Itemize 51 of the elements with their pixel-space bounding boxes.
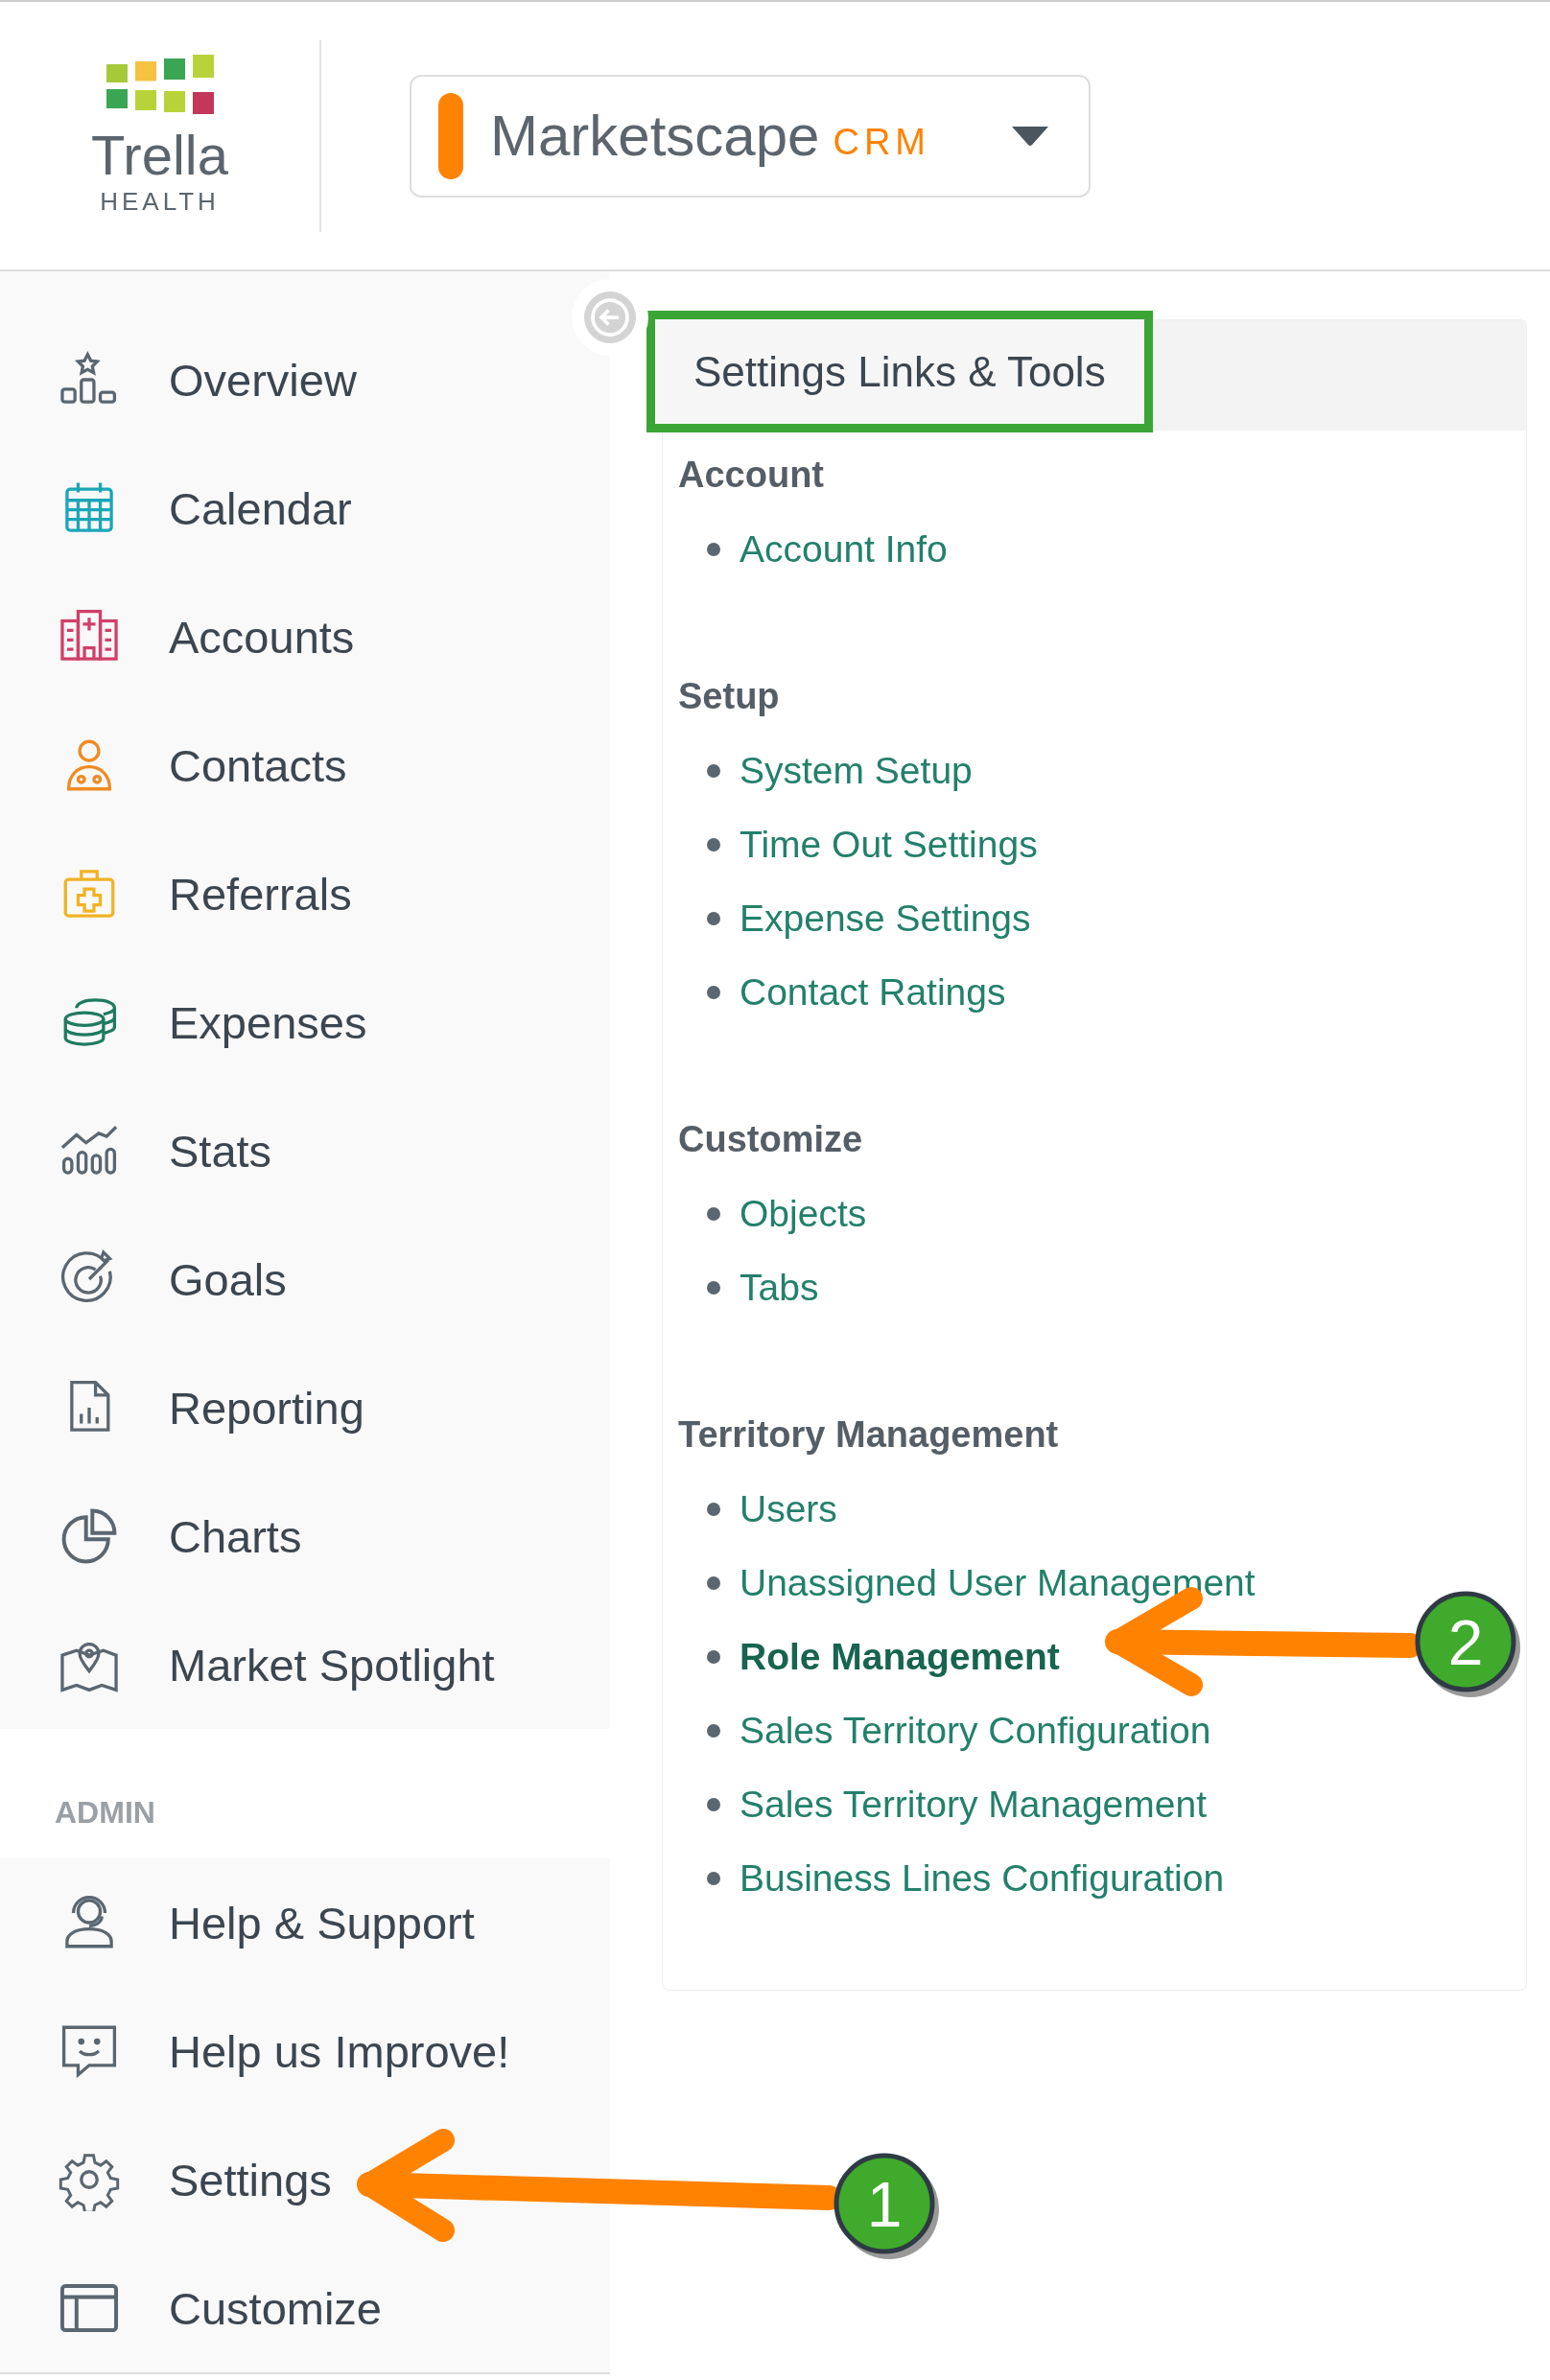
sidebar-item[interactable]: Overview (0, 315, 610, 444)
sidebar-item[interactable]: Stats (0, 1086, 610, 1215)
logo-tagline: HEALTH (100, 187, 220, 217)
settings-link[interactable]: Account Info (740, 527, 948, 571)
bullet-icon (707, 985, 720, 999)
sidebar-item[interactable]: Help & Support (0, 1858, 610, 1987)
settings-link[interactable]: System Setup (740, 749, 973, 792)
settings-link[interactable]: Sales Territory Configuration (740, 1709, 1211, 1752)
sidebar-item[interactable]: Reporting (0, 1343, 610, 1472)
settings-link[interactable]: Unassigned User Management (740, 1561, 1256, 1604)
logo-wordmark: Trella (91, 128, 228, 183)
sidebar-item[interactable]: Market Spotlight (0, 1600, 610, 1729)
settings-link[interactable]: Users (740, 1487, 837, 1530)
bullet-icon (707, 1575, 720, 1590)
bullet-icon (707, 1502, 720, 1516)
settings-link[interactable]: Role Management (740, 1635, 1060, 1678)
bullet-icon (707, 542, 720, 556)
product-dropdown[interactable]: Marketscape CRM (410, 74, 1091, 198)
sidebar-item[interactable]: Settings (0, 2115, 610, 2244)
sidebar-item[interactable]: Goals (0, 1215, 610, 1343)
bullet-icon (707, 1871, 720, 1885)
settings-link[interactable]: Sales Territory Management (740, 1783, 1207, 1826)
bullet-icon (707, 1206, 720, 1221)
settings-link[interactable]: Tabs (740, 1266, 819, 1309)
section-heading: Setup (678, 675, 781, 718)
bullet-icon (707, 911, 720, 925)
bullet-icon (707, 1280, 720, 1295)
sidebar-item[interactable]: Contacts (0, 701, 610, 829)
bullet-icon (707, 1723, 720, 1738)
panel-title: Settings Links & Tools (646, 311, 1153, 432)
sidebar-item[interactable]: Help us Improve! (0, 1987, 610, 2115)
sidebar-item[interactable]: Accounts (0, 572, 610, 701)
section-heading: Account (678, 454, 825, 497)
section-heading: ADMIN (55, 1795, 155, 1831)
settings-link[interactable]: Contact Ratings (740, 970, 1006, 1014)
bullet-icon (707, 837, 720, 852)
bullet-icon (707, 1797, 720, 1811)
sidebar-item[interactable]: Referrals (0, 829, 610, 958)
section-heading: Territory Management (678, 1413, 1060, 1457)
section-heading: Customize (678, 1118, 864, 1161)
bullet-icon (707, 1649, 720, 1664)
settings-link[interactable]: Time Out Settings (740, 823, 1038, 866)
bullet-icon (707, 763, 720, 778)
sidebar-item[interactable]: Charts (0, 1472, 610, 1600)
sidebar-item[interactable]: Calendar (0, 444, 610, 572)
sidebar-item[interactable]: Customize (0, 2244, 610, 2372)
settings-link[interactable]: Business Lines Configuration (740, 1856, 1225, 1900)
sidebar-item[interactable]: Expenses (0, 958, 610, 1086)
settings-link[interactable]: Expense Settings (740, 897, 1031, 940)
settings-link[interactable]: Objects (740, 1192, 867, 1235)
caret-icon (1010, 124, 1050, 148)
